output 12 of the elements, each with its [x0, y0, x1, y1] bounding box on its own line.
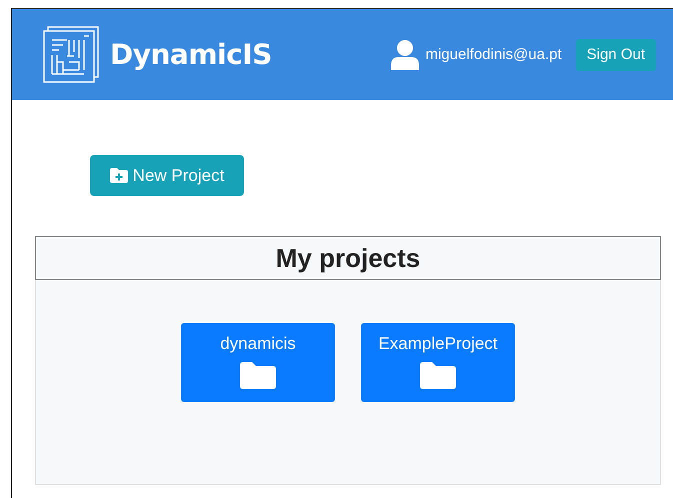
logo-icon	[43, 26, 99, 83]
panel-title: My projects	[276, 242, 420, 274]
project-card[interactable]: ExampleProject	[361, 323, 515, 402]
user-icon	[391, 40, 420, 70]
new-project-button[interactable]: New Project	[90, 155, 244, 196]
folder-icon	[240, 362, 276, 389]
app-title: DynamicIS	[110, 38, 272, 71]
project-card[interactable]: dynamicis	[181, 323, 335, 402]
sign-out-button[interactable]: Sign Out	[576, 38, 656, 70]
folder-icon	[420, 362, 456, 389]
folder-plus-icon	[110, 168, 128, 183]
user-email: miguelfodinis@ua.pt	[425, 46, 562, 63]
